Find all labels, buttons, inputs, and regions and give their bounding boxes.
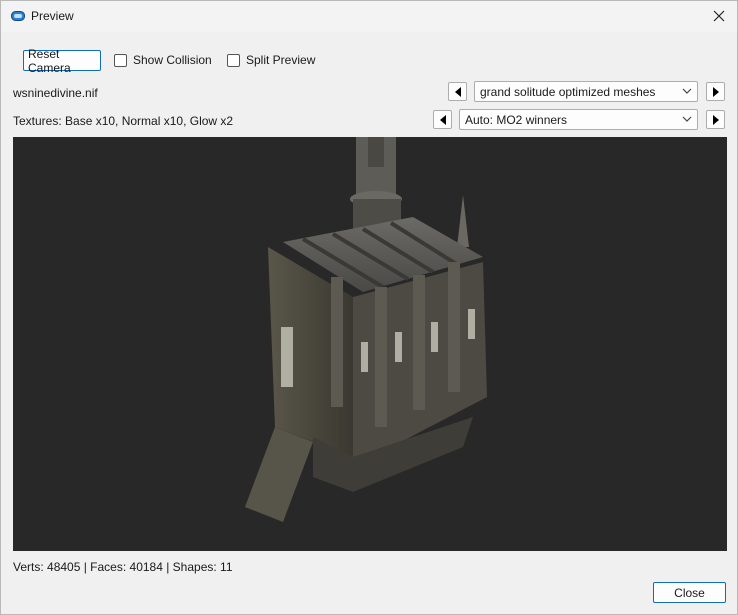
file-name: wsninedivine.nif: [13, 86, 98, 100]
left-arrow-icon: [439, 114, 446, 125]
mesh-source-select[interactable]: grand solitude optimized meshes: [474, 81, 698, 102]
left-arrow-icon: [454, 86, 461, 97]
split-preview-box[interactable]: [227, 53, 240, 67]
show-collision-checkbox[interactable]: Show Collision: [114, 52, 212, 68]
show-collision-label: Show Collision: [133, 53, 212, 67]
texture-source-select[interactable]: Auto: MO2 winners: [459, 109, 698, 130]
model-render: [245, 137, 487, 522]
mesh-source-value: grand solitude optimized meshes: [480, 84, 656, 99]
chevron-down-icon: [682, 88, 692, 94]
chevron-down-icon: [682, 116, 692, 122]
right-arrow-icon: [712, 114, 719, 125]
close-icon[interactable]: [707, 4, 731, 28]
mesh-prev-button[interactable]: [448, 82, 467, 101]
close-button[interactable]: Close: [653, 582, 726, 603]
show-collision-box[interactable]: [114, 53, 127, 67]
3d-viewport[interactable]: [13, 137, 727, 551]
mesh-next-button[interactable]: [706, 82, 725, 101]
title-bar: Preview: [1, 1, 737, 32]
split-preview-checkbox[interactable]: Split Preview: [227, 52, 315, 68]
app-icon: [11, 11, 25, 21]
textures-summary: Textures: Base x10, Normal x10, Glow x2: [13, 114, 234, 128]
window-title: Preview: [31, 9, 74, 23]
texture-source-value: Auto: MO2 winners: [465, 112, 568, 127]
preview-window: Preview Reset Camera Show Collision Spli…: [0, 0, 738, 615]
texture-next-button[interactable]: [706, 110, 725, 129]
texture-prev-button[interactable]: [433, 110, 452, 129]
split-preview-label: Split Preview: [246, 53, 316, 67]
mesh-stats: Verts: 48405 | Faces: 40184 | Shapes: 11: [13, 560, 233, 574]
right-arrow-icon: [712, 86, 719, 97]
reset-camera-button[interactable]: Reset Camera: [23, 47, 101, 75]
